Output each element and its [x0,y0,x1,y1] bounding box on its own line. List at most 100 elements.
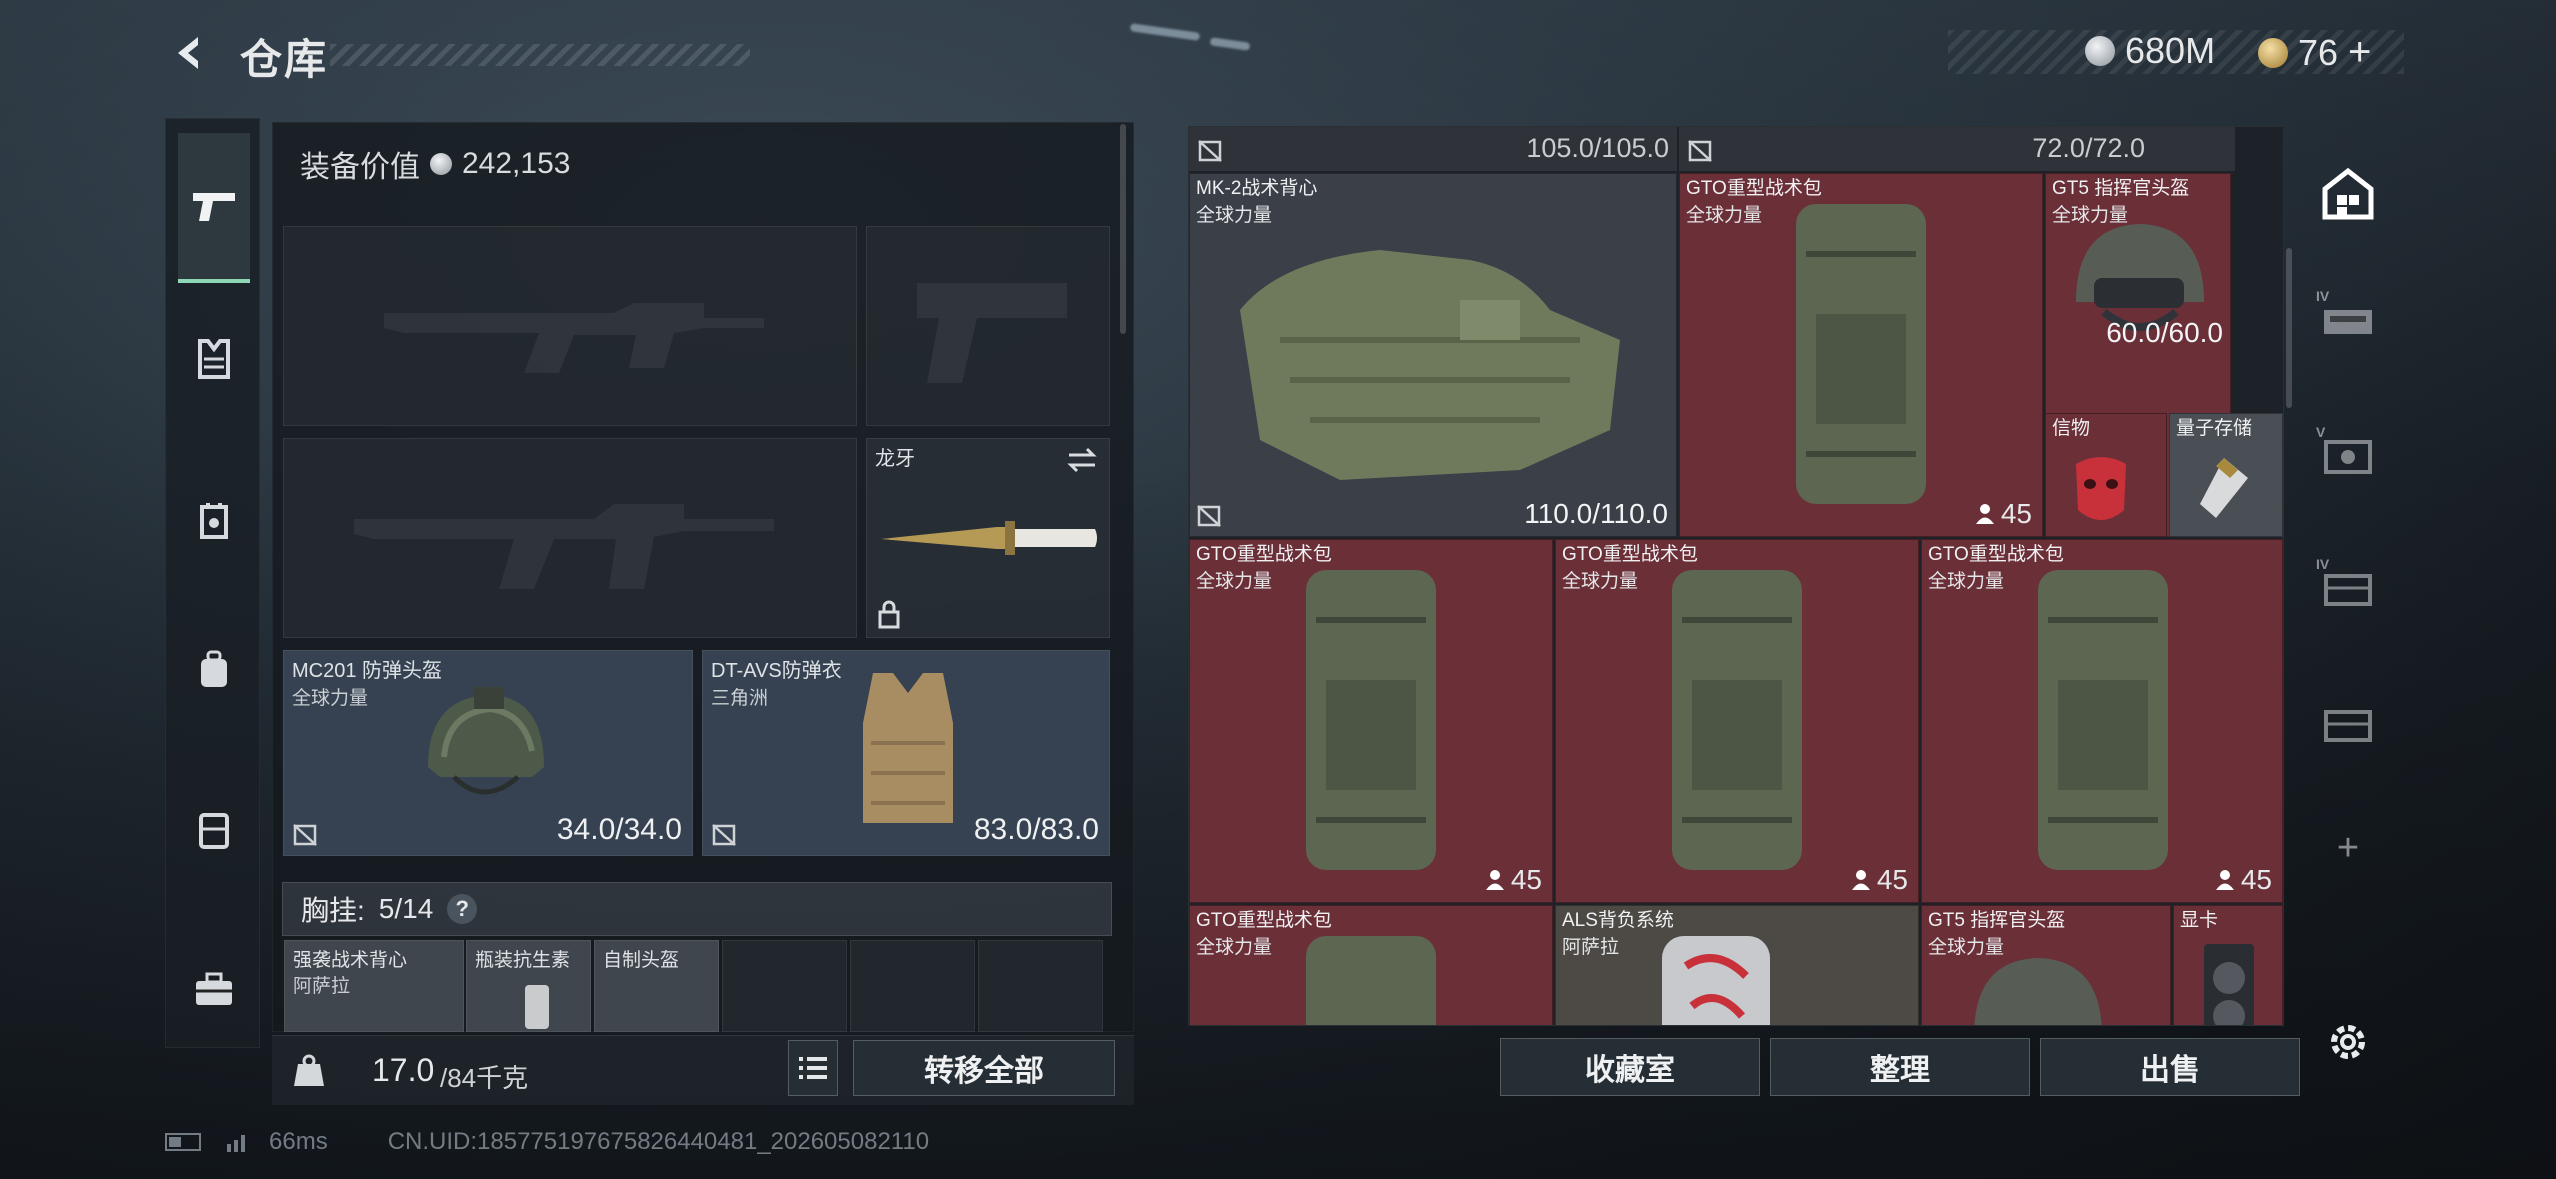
chest-item-name: 自制头盔 [603,950,680,971]
stash-page-main[interactable] [2316,162,2380,226]
nav-chest-rig[interactable] [178,319,250,399]
chest-rig-count: 5/14 [378,893,434,924]
sell-button[interactable]: 出售 [2040,1038,2300,1096]
item-count: 45 [1485,864,1542,896]
add-currency-button[interactable]: + [2348,30,2371,75]
sort-label: 整理 [1870,1054,1930,1087]
add-icon: + [2336,826,2360,869]
chest-empty-slot[interactable] [978,940,1103,1032]
equipment-scrollbar[interactable] [1120,124,1126,334]
item-tag: 阿萨拉 [1562,937,1620,958]
nav-backpack[interactable] [178,629,250,709]
nav-toolbox[interactable] [178,949,250,1029]
item-name: GT5 指挥官头盔 [2052,178,2190,199]
weight-icon [294,1054,324,1086]
weight-value: 17.0 [372,1052,435,1088]
title-decoration [330,44,750,66]
armor-vest-image-icon [863,673,953,823]
stash-page-tier4-weapons[interactable]: IV [2316,288,2380,352]
item-count-value: 45 [1876,864,1908,895]
chest-item[interactable]: 自制头盔 [594,940,719,1032]
chest-rig-bar[interactable]: 胸挂: 5/14 ? [282,882,1112,936]
silver-coin-icon [2085,36,2115,66]
uid-text: CN.UID:1857751976758264404​81_2026050821… [387,1128,930,1155]
chest-item-tag: 阿萨拉 [293,976,351,997]
add-stash-page-button[interactable]: + [2316,816,2380,880]
gold-coin-icon [2258,37,2288,68]
item-count: 45 [1851,864,1908,896]
stash-item-token[interactable]: 信物 [2045,413,2167,537]
sort-button[interactable]: 整理 [1770,1038,2030,1096]
chest-empty-slot[interactable] [850,940,975,1032]
no-insure-icon [1197,505,1221,527]
currency-secondary[interactable]: 76 + [2258,30,2371,75]
backpack-image-icon [1306,570,1436,870]
stash-grid[interactable]: 105.0/105.0 72.0/72.0 MK-2战术背心 全球力量 110.… [1188,126,2284,1026]
transfer-all-button[interactable]: 转移全部 [853,1040,1115,1096]
usb-drive-icon [2200,458,2248,518]
stash-item-gpu[interactable]: 显卡 [2173,905,2283,1025]
stash-item-als[interactable]: ALS背负系统 阿萨拉 [1555,905,1919,1025]
no-insure-icon [1688,140,1712,162]
helmet-image-icon [428,687,544,795]
rifle-silhouette-icon [354,504,774,589]
item-tag: 全球力量 [1196,571,1273,592]
vest-icon [198,339,230,379]
item-count-value: 45 [2000,498,2032,529]
stash-item-backpack[interactable]: GTO重型战术包 全球力量 [1189,905,1553,1025]
list-view-button[interactable] [788,1040,838,1096]
pistol-slot[interactable] [866,226,1110,426]
settings-button[interactable] [2316,1010,2380,1074]
stash-scrollbar[interactable] [2286,248,2292,408]
currency-main[interactable]: 680M [2085,30,2215,72]
nav-armor[interactable] [178,481,250,561]
melee-slot[interactable]: 龙牙 [866,438,1110,638]
chest-item-name: 瓶装抗生素 [475,950,571,971]
currency-main-value: 680M [2125,30,2216,71]
backpack-image-icon [2038,570,2168,870]
armor-durability: 83.0/83.0 [973,813,1099,846]
sell-label: 出售 [2140,1054,2200,1087]
stash-item-helmet[interactable]: GT5 指挥官头盔 全球力量 [1921,905,2171,1025]
tactical-vest-image-icon [1240,250,1620,480]
chest-empty-slot[interactable] [722,940,847,1032]
helmet-durability: 34.0/34.0 [556,813,682,846]
no-insure-icon [293,824,317,846]
equipment-value: 装备价值 242,153 [300,142,570,186]
stash-page-tier5[interactable]: V [2316,424,2380,488]
tier-label: IV [2316,288,2330,304]
stash-item-quantum-storage[interactable]: 量子存储 [2169,413,2283,537]
nav-weapons[interactable] [178,133,250,283]
back-button[interactable] [165,28,215,78]
item-count: 45 [1975,498,2032,530]
help-icon[interactable]: ? [447,894,478,924]
chest-item[interactable]: 瓶装抗生素 [466,940,591,1032]
stash-item-backpack[interactable]: GTO重型战术包 全球力量 45 [1679,173,2043,537]
primary-weapon-slot[interactable] [283,226,857,426]
helmet-image-icon [1974,958,2102,1025]
nav-case[interactable] [178,789,250,869]
item-tag: 全球力量 [1196,205,1273,226]
armor-slot[interactable]: DT-AVS防弹衣 三角洲 83.0/83.0 [702,650,1110,856]
item-name: MK-2战术背心 [1196,178,1318,199]
backpack-image-icon [1796,204,1926,504]
player-icon [2215,870,2234,890]
case-icon [199,813,229,849]
stash-item-backpack[interactable]: GTO重型战术包 全球力量 45 [1921,539,2283,903]
collection-room-button[interactable]: 收藏室 [1500,1038,1760,1096]
silver-coin-icon [430,153,452,175]
item-name: 量子存储 [2176,418,2253,439]
stash-page-tier4-case[interactable]: IV [2316,556,2380,620]
stash-item-backpack[interactable]: GTO重型战术包 全球力量 45 [1189,539,1553,903]
collection-room-label: 收藏室 [1585,1054,1675,1087]
stash-item-vest[interactable]: MK-2战术背心 全球力量 110.0/110.0 [1189,173,1677,537]
secondary-weapon-slot[interactable] [283,438,857,638]
swap-icon[interactable] [1065,447,1099,473]
currency-secondary-value: 76 [2298,31,2339,73]
helmet-slot[interactable]: MC201 防弹头盔 全球力量 34.0/34.0 [283,650,693,856]
chest-item[interactable]: 强袭战术背心 阿萨拉 [284,940,464,1032]
red-mask-icon [2076,457,2126,520]
stash-page-extra[interactable] [2316,692,2380,756]
stash-item-backpack[interactable]: GTO重型战术包 全球力量 45 [1555,539,1919,903]
item-count-value: 45 [1510,864,1542,895]
